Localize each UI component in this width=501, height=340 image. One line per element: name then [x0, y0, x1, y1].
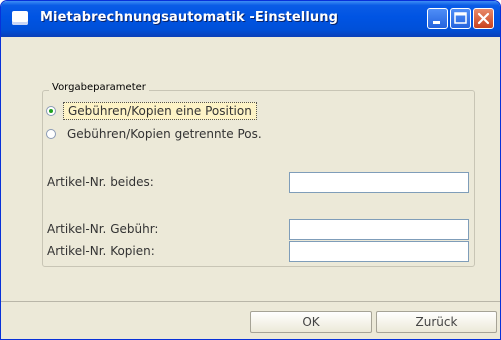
footer-divider [1, 301, 500, 302]
maximize-icon [454, 12, 467, 24]
artikel-kopien-label: Artikel-Nr. Kopien: [47, 244, 155, 258]
back-button[interactable]: Zurück [376, 311, 497, 333]
maximize-button[interactable] [450, 8, 471, 29]
app-window-icon [12, 11, 28, 25]
artikel-gebuehr-label: Artikel-Nr. Gebühr: [47, 222, 159, 236]
radio-label-separate-positions[interactable]: Gebühren/Kopien getrennte Pos. [63, 125, 266, 143]
radio-button-unselected[interactable] [46, 129, 56, 139]
minimize-button[interactable] [427, 8, 448, 29]
minimize-icon [433, 21, 440, 24]
title-bar[interactable]: Mietabrechnungsautomatik -Einstellung [1, 1, 500, 37]
artikel-gebuehr-input[interactable] [289, 219, 469, 240]
close-icon [477, 12, 490, 25]
ok-button[interactable]: OK [250, 311, 372, 333]
artikel-beides-input[interactable] [289, 172, 469, 193]
radio-button-selected[interactable] [46, 106, 56, 116]
radio-label-single-position[interactable]: Gebühren/Kopien eine Position [63, 102, 257, 120]
close-button[interactable] [473, 8, 494, 29]
artikel-kopien-input[interactable] [289, 241, 469, 262]
groupbox-legend: Vorgabeparameter [49, 82, 149, 93]
radio-selected-dot [49, 109, 53, 113]
artikel-beides-label: Artikel-Nr. beides: [47, 175, 154, 189]
settings-dialog: Mietabrechnungsautomatik -Einstellung Vo… [0, 0, 501, 340]
window-title: Mietabrechnungsautomatik -Einstellung [40, 10, 339, 25]
